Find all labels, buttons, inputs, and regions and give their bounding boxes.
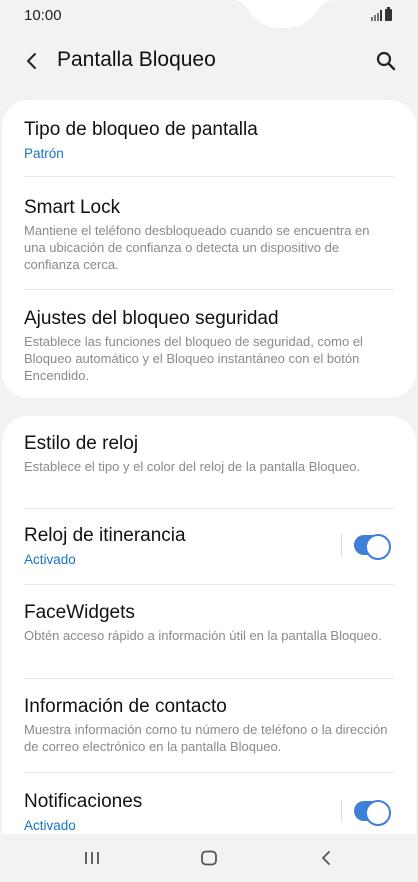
secure-lock-settings-item[interactable]: Ajustes del bloqueo seguridad Establece … bbox=[24, 307, 394, 384]
system-icons bbox=[371, 7, 392, 21]
page-title: Pantalla Bloqueo bbox=[57, 48, 216, 71]
divider bbox=[24, 772, 394, 773]
item-title: FaceWidgets bbox=[24, 602, 135, 623]
item-title: Tipo de bloqueo de pantalla bbox=[24, 119, 258, 140]
item-title: Smart Lock bbox=[24, 197, 121, 218]
roaming-clock-toggle-wrap bbox=[341, 534, 391, 560]
status-time: 10:00 bbox=[24, 7, 62, 24]
item-title: Reloj de itinerancia bbox=[24, 525, 186, 546]
lock-screen-display-card: Estilo de reloj Establece el tipo y el c… bbox=[2, 416, 416, 882]
signal-icon bbox=[371, 10, 382, 21]
battery-icon bbox=[385, 7, 392, 21]
notifications-toggle-wrap bbox=[341, 800, 391, 826]
security-settings-card: Tipo de bloqueo de pantalla Patrón Smart… bbox=[2, 100, 416, 398]
search-icon[interactable] bbox=[370, 46, 402, 76]
item-subtitle: Establece el tipo y el color del reloj d… bbox=[24, 459, 361, 474]
divider bbox=[24, 508, 394, 509]
nav-back-icon[interactable] bbox=[306, 846, 346, 870]
divider bbox=[24, 289, 394, 290]
vertical-separator bbox=[341, 534, 342, 556]
item-title: Notificaciones bbox=[24, 791, 143, 812]
navigation-bar bbox=[0, 834, 418, 882]
roaming-clock-toggle[interactable] bbox=[354, 534, 391, 560]
recents-icon[interactable] bbox=[72, 846, 112, 870]
item-title: Ajustes del bloqueo seguridad bbox=[24, 308, 279, 329]
notch-shape bbox=[228, 0, 338, 28]
divider bbox=[24, 678, 394, 679]
status-bar: 10:00 bbox=[0, 0, 418, 34]
divider bbox=[24, 584, 394, 585]
app-bar: Pantalla Bloqueo bbox=[0, 34, 418, 88]
facewidgets-item[interactable]: FaceWidgets Obtén acceso rápido a inform… bbox=[24, 601, 394, 644]
item-title: Información de contacto bbox=[24, 696, 227, 717]
item-subtitle: Establece las funciones del bloqueo de s… bbox=[24, 334, 363, 383]
item-subtitle: Obtén acceso rápido a información útil e… bbox=[24, 628, 382, 643]
smart-lock-item[interactable]: Smart Lock Mantiene el teléfono desbloqu… bbox=[24, 196, 394, 273]
item-value: Activado bbox=[24, 552, 76, 567]
item-title: Estilo de reloj bbox=[24, 433, 139, 454]
back-arrow-icon[interactable] bbox=[16, 46, 48, 76]
divider bbox=[24, 176, 394, 177]
notifications-toggle[interactable] bbox=[354, 800, 391, 826]
item-value: Activado bbox=[24, 818, 76, 833]
item-subtitle: Muestra información como tu número de te… bbox=[24, 722, 388, 754]
clock-style-item[interactable]: Estilo de reloj Establece el tipo y el c… bbox=[24, 432, 394, 475]
contact-info-item[interactable]: Información de contacto Muestra informac… bbox=[24, 695, 394, 755]
screen-lock-type-item[interactable]: Tipo de bloqueo de pantalla Patrón bbox=[24, 118, 394, 162]
item-value: Patrón bbox=[24, 146, 64, 161]
notifications-item[interactable]: Notificaciones Activado bbox=[24, 790, 326, 834]
item-subtitle: Mantiene el teléfono desbloqueado cuando… bbox=[24, 223, 370, 272]
home-icon[interactable] bbox=[189, 846, 229, 870]
roaming-clock-item[interactable]: Reloj de itinerancia Activado bbox=[24, 524, 326, 568]
vertical-separator bbox=[341, 800, 342, 822]
